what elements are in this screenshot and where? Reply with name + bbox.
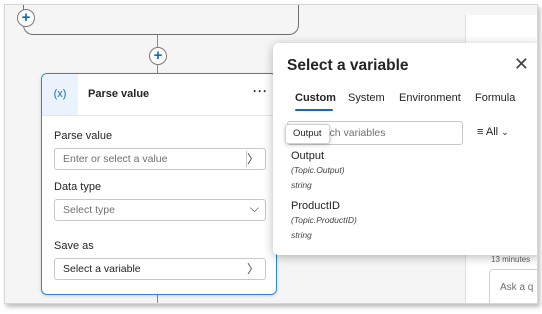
data-type-label: Data type (54, 181, 102, 193)
tab-environment[interactable]: Environment (399, 92, 461, 104)
authoring-canvas: + + 13 minutes Ask a q (x) Parse value ·… (4, 4, 538, 304)
tab-formula[interactable]: Formula (475, 92, 515, 104)
message-timestamp: 13 minutes (491, 255, 531, 264)
parse-value-placeholder: Enter or select a value (63, 153, 168, 165)
variable-name: ProductID (291, 200, 340, 212)
chevron-right-icon: 〉 (246, 262, 259, 276)
filter-icon: ≡ (477, 126, 484, 138)
add-node-button[interactable]: + (149, 47, 167, 65)
variable-path: (Topic.ProductID) (291, 215, 357, 225)
parse-value-label: Parse value (54, 130, 113, 142)
variable-path: (Topic.Output) (291, 165, 345, 175)
data-type-placeholder: Select type (63, 204, 115, 216)
variable-type: string (291, 180, 312, 190)
tab-custom[interactable]: Custom (295, 92, 336, 104)
ask-input[interactable]: Ask a q (489, 269, 537, 303)
node-header: (x) Parse value ··· (42, 74, 276, 116)
select-variable-panel: Select a variable ✕ Custom System Enviro… (273, 43, 537, 255)
close-icon[interactable]: ✕ (514, 54, 529, 75)
save-as-value: Select a variable (63, 263, 141, 275)
panel-title: Select a variable (287, 57, 409, 74)
data-type-dropdown[interactable]: Select type ⌵ (54, 199, 266, 221)
save-as-label: Save as (54, 240, 94, 252)
variable-icon: (x) (42, 74, 78, 115)
chevron-down-icon: ⌄ (501, 127, 509, 137)
chevron-down-icon: ⌵ (249, 201, 259, 215)
filter-label: All (485, 126, 499, 138)
parse-value-input[interactable]: Enter or select a value 〉 (54, 148, 266, 170)
variable-type: string (291, 230, 312, 240)
variable-tooltip: Output (285, 124, 330, 144)
chevron-right-icon[interactable]: 〉 (247, 149, 259, 169)
more-options-icon[interactable]: ··· (253, 84, 268, 98)
filter-dropdown[interactable]: ≡ All ⌄ (477, 126, 509, 138)
save-as-variable-picker[interactable]: Select a variable 〉 (54, 258, 266, 280)
add-node-button-top[interactable]: + (17, 9, 35, 27)
active-tab-indicator (295, 109, 333, 111)
node-title: Parse value (88, 88, 150, 100)
parse-value-node[interactable]: (x) Parse value ··· Parse value Enter or… (41, 73, 277, 295)
previous-node-container (23, 5, 299, 35)
variable-name: Output (291, 150, 325, 162)
tab-system[interactable]: System (348, 92, 385, 104)
